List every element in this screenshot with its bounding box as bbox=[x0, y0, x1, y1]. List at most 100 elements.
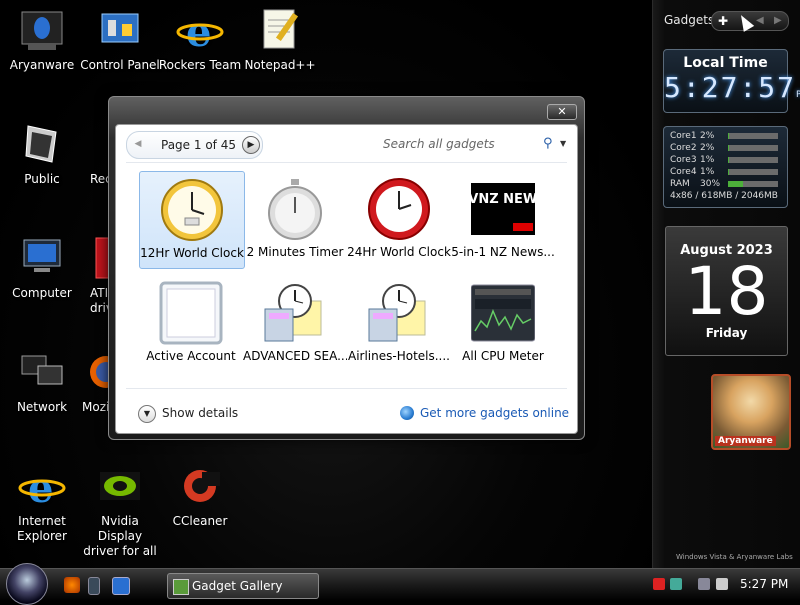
calendar-day: 18 bbox=[684, 253, 769, 330]
desktop-icon-aryanware[interactable]: Aryanware bbox=[0, 6, 84, 73]
taskbar-clock[interactable]: 5:27 PM bbox=[740, 577, 788, 591]
desktop-icon-label: Public bbox=[24, 172, 60, 186]
desktop-icon-computer[interactable]: Computer bbox=[0, 234, 84, 301]
globe-icon bbox=[400, 406, 414, 420]
volume-muted-icon[interactable] bbox=[716, 578, 728, 590]
previous-page-button[interactable]: ◀ bbox=[130, 136, 146, 152]
clock-title: Local Time bbox=[683, 55, 768, 71]
desktop-icon-label: Nvidia Display bbox=[97, 514, 143, 543]
add-gadget-icon[interactable]: ✚ bbox=[718, 12, 728, 30]
red-clock-icon bbox=[367, 177, 431, 241]
svg-text:e: e bbox=[28, 465, 53, 510]
user-avatar[interactable]: Aryanware bbox=[711, 374, 791, 450]
desktop-icon-label: Aryanware bbox=[9, 58, 75, 72]
desktop-icon-label: Rockers Team bbox=[158, 58, 242, 72]
clock-ampm: PM bbox=[796, 90, 800, 100]
cpu-row-fill bbox=[728, 169, 729, 175]
search-input[interactable]: Search all gadgets ⚲ ▼ bbox=[383, 131, 578, 157]
desktop-icon-label: CCleaner bbox=[172, 514, 228, 528]
internet-explorer-icon: e bbox=[176, 6, 224, 56]
notepad-icon bbox=[256, 6, 304, 54]
gadget-tile-label: Airlines-Hotels.... bbox=[347, 349, 450, 363]
gadget-tile-label: 5-in-1 NZ News... bbox=[451, 245, 555, 259]
desktop-icon-ccleaner[interactable]: CCleaner bbox=[158, 462, 242, 529]
cpu-row-bar bbox=[728, 145, 778, 151]
ram-row: RAM 30% bbox=[670, 179, 794, 190]
gadget-tile-2-minutes-timer[interactable]: 2 Minutes Timer bbox=[243, 171, 347, 267]
divider bbox=[126, 162, 567, 163]
cpu-row-fill bbox=[728, 157, 729, 163]
nvidia-icon bbox=[96, 462, 144, 510]
desktop-icon-label: Control Panel bbox=[80, 58, 160, 72]
page-indicator: Page 1 of 45 bbox=[161, 138, 236, 152]
cpu-row-label: Core3 bbox=[670, 155, 697, 165]
alienware-icon bbox=[18, 6, 66, 54]
gadget-tile-12hr-world-clock[interactable]: 12Hr World Clock bbox=[139, 171, 245, 269]
prev-page-icon[interactable]: ◀ bbox=[756, 12, 764, 30]
blank-frame-icon bbox=[159, 281, 223, 345]
desktop-icon-internet-explorer[interactable]: e Internet Explorer bbox=[0, 462, 84, 544]
gadget-tile-advanced-search[interactable]: ADVANCED SEA... bbox=[243, 275, 347, 371]
desktop-icon-nvidia[interactable]: Nvidia Display driver for all ... bbox=[78, 462, 162, 574]
network-status-icon[interactable] bbox=[698, 578, 710, 590]
user-name: Aryanware bbox=[715, 436, 776, 446]
internet-explorer-icon: e bbox=[18, 462, 66, 512]
switch-windows-icon[interactable] bbox=[112, 577, 130, 595]
gadget-tile-all-cpu-meter[interactable]: All CPU Meter bbox=[451, 275, 555, 371]
system-tray: 5:27 PM bbox=[644, 569, 800, 601]
cpu-row-value: 2% bbox=[700, 143, 715, 153]
taskbar-button-label: Gadget Gallery bbox=[192, 579, 283, 593]
firefox-icon[interactable] bbox=[64, 577, 80, 593]
next-page-button[interactable]: ▶ bbox=[242, 136, 260, 154]
security-alert-icon[interactable] bbox=[653, 578, 665, 590]
cpu-row: Core3 1% bbox=[670, 155, 794, 166]
gadget-tile-24hr-world-clock[interactable]: 24Hr World Clock bbox=[347, 171, 451, 267]
desktop-icon-label: Internet bbox=[18, 514, 66, 528]
clock-gadget[interactable]: Local Time 5:27:57PM bbox=[663, 49, 800, 113]
chevron-down-icon[interactable]: ▼ bbox=[560, 131, 566, 157]
gadget-tile-airlines-hotels[interactable]: Airlines-Hotels.... bbox=[347, 275, 451, 371]
cpu-meter-gadget[interactable]: Core1 2% Core2 2% Core3 1% Core4 1% RAM … bbox=[663, 126, 788, 208]
desktop-icon-rockers-team[interactable]: e Rockers Team bbox=[158, 6, 242, 73]
cpu-row-label: Core2 bbox=[670, 143, 697, 153]
gadget-tile-label: Active Account bbox=[146, 349, 236, 363]
sidebar-title[interactable]: Gadgets bbox=[664, 13, 714, 27]
network-icon bbox=[18, 348, 66, 396]
show-details-label: Show details bbox=[162, 406, 239, 420]
taskbar-gadget-gallery[interactable]: Gadget Gallery bbox=[167, 573, 319, 599]
tvnz-news-icon: TVNZ NEWS bbox=[459, 177, 547, 241]
desktop-icon-public[interactable]: Public bbox=[0, 120, 84, 187]
close-button[interactable]: ✕ bbox=[547, 104, 577, 120]
cpu-row: Core1 2% bbox=[670, 131, 794, 142]
desktop-icon-network[interactable]: Network bbox=[0, 348, 84, 415]
cpu-row-fill bbox=[728, 181, 743, 187]
gadget-tile-label: 24Hr World Clock bbox=[347, 245, 451, 259]
cpu-row-fill bbox=[728, 133, 729, 139]
gadget-tile-label: ADVANCED SEA... bbox=[243, 349, 347, 363]
cpu-row-label: Core4 bbox=[670, 167, 697, 177]
taskbar: Gadget Gallery 5:27 PM bbox=[0, 563, 800, 605]
gadget-tile-active-account[interactable]: Active Account bbox=[139, 275, 243, 371]
calendar-gadget[interactable]: August 2023 18 Friday bbox=[665, 226, 788, 356]
svg-text:e: e bbox=[186, 9, 211, 54]
start-button[interactable] bbox=[6, 563, 48, 605]
windows-update-icon[interactable] bbox=[670, 578, 682, 590]
cpu-row-value: 30% bbox=[700, 179, 721, 189]
desktop-icon-notepad[interactable]: Notepad++ bbox=[238, 6, 322, 73]
calculator-clock-icon bbox=[263, 281, 327, 345]
cpu-row-bar bbox=[728, 157, 778, 163]
divider bbox=[126, 388, 567, 389]
world-clock-icon bbox=[160, 178, 224, 242]
get-more-label: Get more gadgets online bbox=[420, 406, 570, 420]
gadget-tile-5-in-1-nz-news[interactable]: TVNZ NEWS 5-in-1 NZ News... bbox=[451, 171, 555, 267]
desktop-icon-control-panel[interactable]: Control Panel bbox=[78, 6, 162, 73]
computer-icon bbox=[18, 234, 66, 282]
cpu-meter-icon bbox=[470, 281, 536, 345]
search-icon[interactable]: ⚲ bbox=[543, 131, 553, 157]
stopwatch-icon bbox=[263, 177, 327, 241]
next-page-icon[interactable]: ▶ bbox=[774, 12, 782, 30]
show-desktop-icon[interactable] bbox=[88, 577, 100, 595]
desktop-icon-label: Computer bbox=[12, 286, 72, 300]
cpu-row: Core2 2% bbox=[670, 143, 794, 154]
cpu-row-value: 1% bbox=[700, 155, 715, 165]
